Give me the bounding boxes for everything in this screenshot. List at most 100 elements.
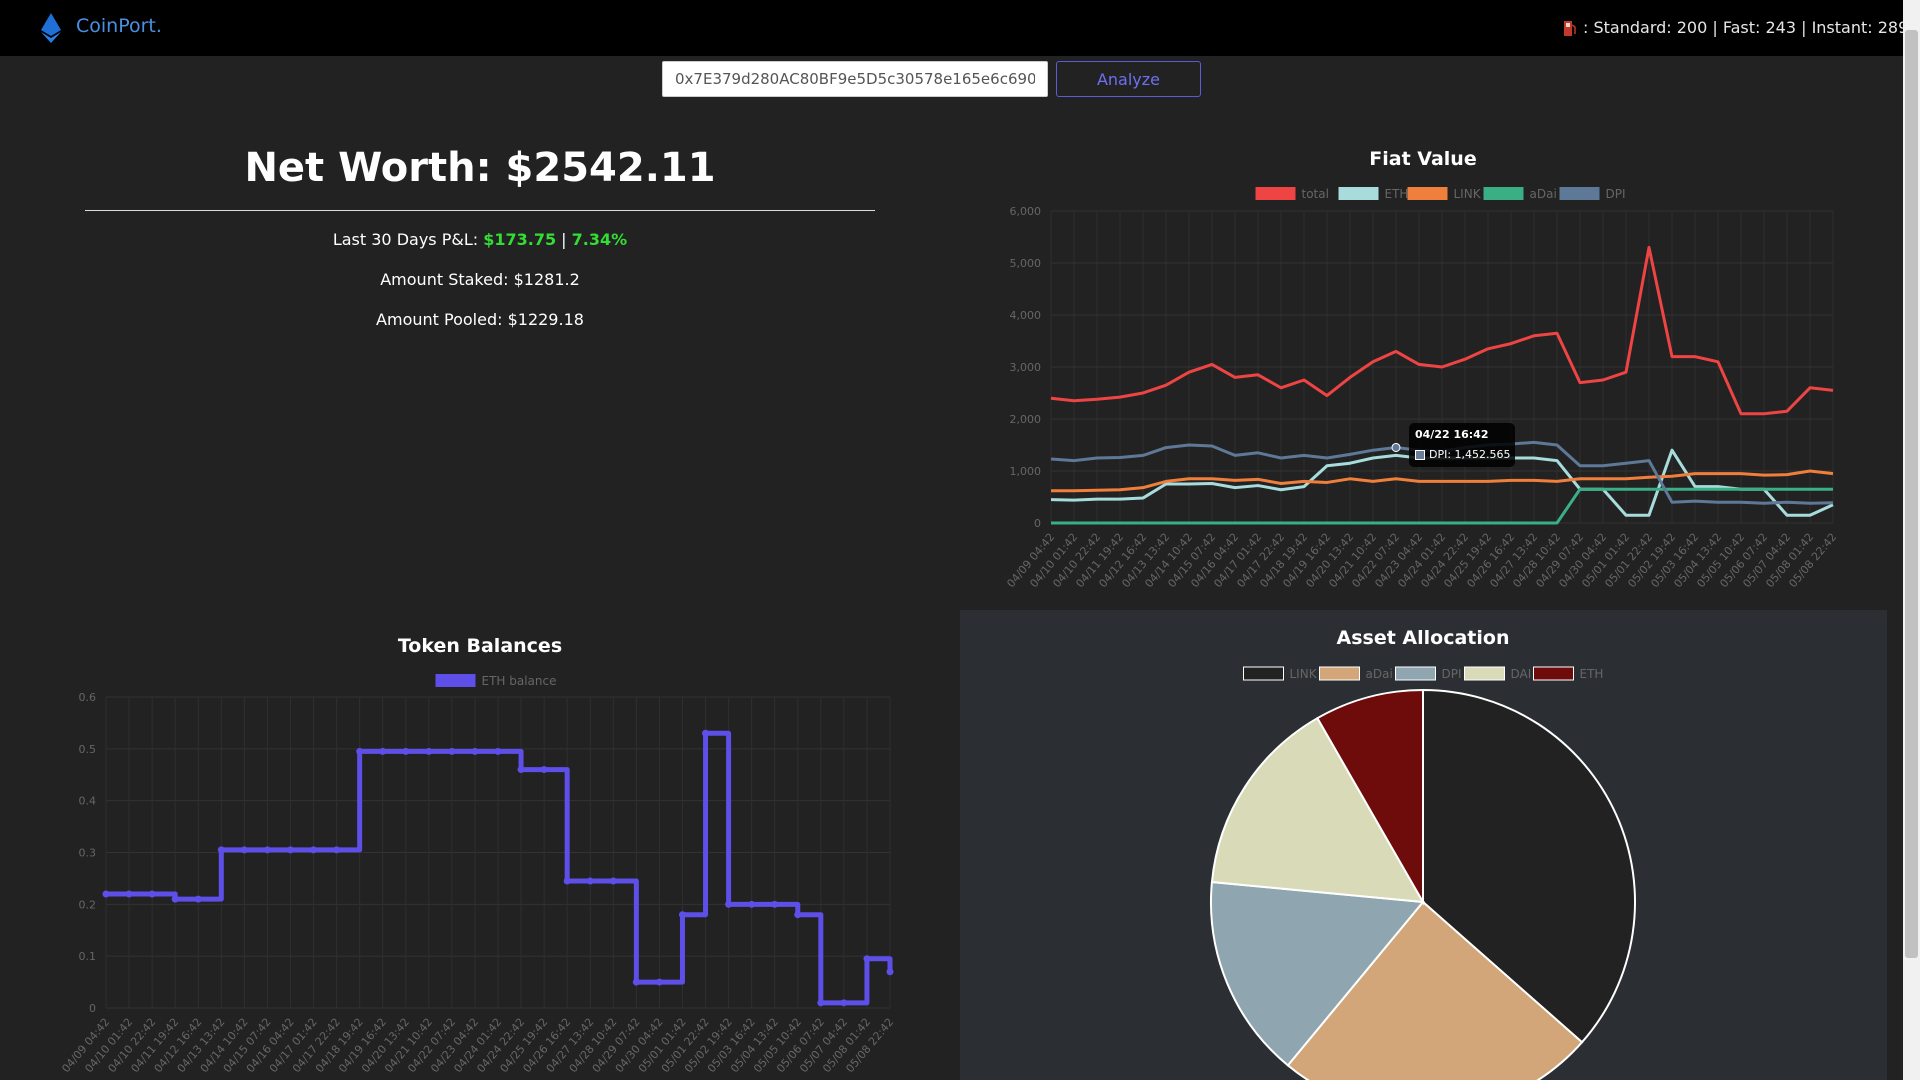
x-tick-label: 04/22 07:42 [1349, 531, 1402, 591]
x-tick-label: 04/23 04:42 [428, 1016, 481, 1076]
x-tick-label: 04/10 01:42 [1027, 531, 1080, 591]
data-point [840, 999, 848, 1007]
data-point [702, 729, 710, 737]
legend-swatch [1255, 187, 1296, 200]
x-tick-label: 04/11 19:42 [129, 1016, 182, 1076]
data-point [448, 747, 456, 755]
series-line-eth-balance [106, 730, 893, 1006]
x-tick-label: 05/02 19:42 [682, 1016, 735, 1076]
y-tick-label: 5,000 [1010, 257, 1042, 270]
x-tick-label: 05/04 13:42 [728, 1016, 781, 1076]
x-tick-label: 05/03 16:42 [1648, 531, 1701, 591]
x-tick-label: 04/13 13:42 [175, 1016, 228, 1076]
y-tick-label: 0.5 [79, 743, 97, 756]
y-tick-label: 0 [1034, 517, 1041, 530]
x-tick-label: 05/07 04:42 [797, 1016, 850, 1076]
brand-name[interactable]: CoinPort. [76, 15, 162, 37]
x-tick-label: 05/08 22:42 [1786, 531, 1839, 591]
data-point [863, 955, 871, 963]
y-tick-label: 0.4 [79, 795, 97, 808]
legend-swatch [1338, 187, 1379, 200]
x-tick-label: 05/06 07:42 [774, 1016, 827, 1076]
x-tick-label: 04/11 19:42 [1073, 531, 1126, 591]
data-point [609, 877, 617, 885]
x-tick-label: 04/25 19:42 [497, 1016, 550, 1076]
y-tick-label: 0 [89, 1002, 96, 1015]
legend-swatch [1559, 187, 1600, 200]
pnl-separator: | [556, 230, 572, 249]
pnl-label: Last 30 Days P&L: [332, 230, 484, 249]
tooltip-value: DPI: 1,452.565 [1429, 448, 1511, 461]
data-point [517, 766, 525, 774]
ethereum-logo-icon[interactable] [36, 12, 66, 44]
series-line-total [1050, 245, 1834, 416]
x-tick-label: 04/27 13:42 [1487, 531, 1540, 591]
x-tick-label: 04/16 04:42 [244, 1016, 297, 1076]
x-tick-label: 04/20 13:42 [1303, 531, 1356, 591]
asset-allocation-title: Asset Allocation [1336, 627, 1510, 649]
data-point [494, 747, 502, 755]
x-tick-label: 05/05 10:42 [751, 1016, 804, 1076]
chart-tooltip: 04/22 16:42 DPI: 1,452.565 [1409, 423, 1515, 467]
data-point [102, 890, 110, 898]
x-tick-label: 04/30 04:42 [1556, 531, 1609, 591]
wallet-address-input[interactable] [662, 61, 1048, 97]
x-tick-label: 04/25 19:42 [1441, 531, 1494, 591]
data-point [263, 846, 271, 854]
data-point [356, 747, 364, 755]
x-tick-label: 04/26 16:42 [521, 1016, 574, 1076]
y-tick-label: 3,000 [1010, 361, 1042, 374]
x-tick-label: 05/01 01:42 [636, 1016, 689, 1076]
tooltip-title: 04/22 16:42 [1415, 428, 1489, 441]
amount-pooled: Amount Pooled: $1229.18 [376, 310, 584, 329]
x-tick-label: 04/18 19:42 [1257, 531, 1310, 591]
x-tick-label: 04/24 22:42 [474, 1016, 527, 1076]
net-worth-heading: Net Worth: $2542.11 [244, 145, 716, 191]
x-tick-label: 04/27 13:42 [544, 1016, 597, 1076]
amount-staked: Amount Staked: $1281.2 [380, 270, 580, 289]
x-tick-label: 05/06 07:42 [1717, 531, 1770, 591]
x-tick-label: 05/04 13:42 [1671, 531, 1724, 591]
x-tick-label: 04/21 10:42 [1326, 531, 1379, 591]
gas-prices: : Standard: 200 | Fast: 243 | Instant: 2… [1583, 18, 1909, 37]
pnl-percent: 7.34% [571, 230, 628, 249]
analyze-button[interactable]: Analyze [1056, 61, 1201, 97]
data-point [886, 968, 894, 976]
data-point [425, 747, 433, 755]
data-point [333, 846, 341, 854]
x-tick-label: 04/15 07:42 [1165, 531, 1218, 591]
x-tick-label: 04/18 19:42 [313, 1016, 366, 1076]
legend-label: LINK [1454, 187, 1482, 201]
x-tick-label: 04/10 22:42 [1050, 531, 1103, 591]
data-point [286, 846, 294, 854]
data-point [563, 877, 571, 885]
legend-label: ETH [1385, 187, 1409, 201]
data-point [217, 846, 225, 854]
legend-swatch [1483, 187, 1524, 200]
data-point [125, 890, 133, 898]
x-tick-label: 04/19 16:42 [336, 1016, 389, 1076]
data-point [240, 846, 248, 854]
x-tick-label: 04/24 01:42 [451, 1016, 504, 1076]
x-tick-label: 04/17 22:42 [290, 1016, 343, 1076]
x-tick-label: 04/16 04:42 [1188, 531, 1241, 591]
x-tick-label: 04/22 07:42 [405, 1016, 458, 1076]
x-tick-label: 05/03 16:42 [705, 1016, 758, 1076]
data-point [725, 900, 733, 908]
legend-swatch [1407, 187, 1448, 200]
x-tick-label: 04/28 10:42 [567, 1016, 620, 1076]
x-tick-label: 04/09 04:42 [1004, 531, 1057, 591]
x-tick-label: 04/10 01:42 [82, 1016, 135, 1076]
page-scrollbar-thumb[interactable] [1905, 30, 1918, 958]
series-line-link [1051, 469, 1834, 493]
x-tick-label: 04/30 04:42 [613, 1016, 666, 1076]
gas-pump-icon [1564, 21, 1576, 36]
y-tick-label: 2,000 [1010, 413, 1042, 426]
x-tick-label: 05/02 19:42 [1625, 531, 1678, 591]
x-tick-label: 04/29 07:42 [1533, 531, 1586, 591]
data-point [194, 895, 202, 903]
data-point [471, 747, 479, 755]
data-point [678, 911, 686, 919]
y-tick-label: 0.6 [79, 691, 97, 704]
data-point [540, 766, 548, 774]
